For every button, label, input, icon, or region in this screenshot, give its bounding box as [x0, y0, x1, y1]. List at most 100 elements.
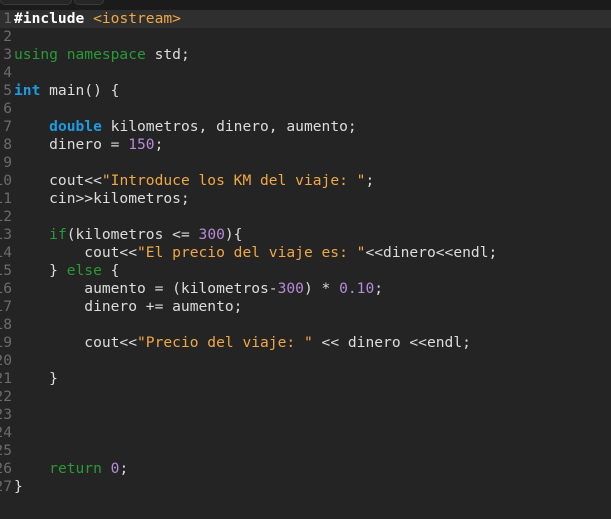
code-token: if	[49, 226, 67, 243]
code-token: using namespace	[14, 46, 146, 63]
line-number: 2	[3, 28, 12, 45]
code-line[interactable]: 26 return 0;	[0, 460, 611, 478]
code-text: dinero += aumento;	[14, 298, 242, 316]
code-token: {	[101, 262, 120, 279]
line-number: 10	[0, 172, 12, 189]
code-line[interactable]: 3 using namespace std;	[0, 46, 611, 64]
code-token: }	[14, 370, 58, 387]
code-line[interactable]: 23	[0, 406, 611, 424]
line-number: 20	[0, 352, 12, 369]
line-number: 24	[0, 424, 12, 441]
code-token: 300	[277, 280, 304, 297]
code-token: aumento = (kilometros-	[14, 280, 278, 297]
code-line[interactable]: 2	[0, 28, 611, 46]
code-line[interactable]: 9	[0, 154, 611, 172]
code-token: ;	[365, 172, 375, 189]
code-line[interactable]: 10 cout<<"Introduce los KM del viaje: ";	[0, 172, 611, 190]
code-text: dinero = 150;	[14, 136, 163, 154]
line-number: 13	[0, 226, 12, 243]
line-number: 15	[0, 262, 12, 279]
code-text: int main() {	[14, 82, 119, 100]
line-number: 6	[3, 100, 12, 117]
line-number: 21	[0, 370, 12, 387]
code-line[interactable]: 25	[0, 442, 611, 460]
line-number: 19	[0, 334, 12, 351]
code-line[interactable]: 5 int main() {	[0, 82, 611, 100]
code-token: cin>>kilometros;	[14, 190, 190, 207]
editor-tab[interactable]	[0, 0, 72, 5]
code-line[interactable]: 13 if(kilometros <= 300){	[0, 226, 611, 244]
line-number: 1	[3, 10, 12, 27]
code-text: cout<<"Precio del viaje: " << dinero <<e…	[14, 334, 471, 352]
code-token: 300	[198, 226, 225, 243]
code-token: std;	[145, 46, 190, 63]
code-text: cin>>kilometros;	[14, 190, 190, 208]
code-token: #include	[14, 10, 85, 27]
code-line[interactable]: 27}	[0, 478, 611, 496]
code-line[interactable]: 6	[0, 100, 611, 118]
line-number: 26	[0, 460, 12, 477]
line-number: 5	[3, 82, 12, 99]
code-token: ;	[154, 136, 164, 153]
code-text: } else {	[14, 262, 119, 280]
code-text: double kilometros, dinero, aumento;	[14, 118, 357, 136]
line-number: 9	[3, 154, 12, 171]
code-line[interactable]: 11 cin>>kilometros;	[0, 190, 611, 208]
code-line[interactable]: 20	[0, 352, 611, 370]
code-token: cout<<	[14, 172, 102, 189]
code-text: cout<<"Introduce los KM del viaje: ";	[14, 172, 374, 190]
code-token: "El precio del viaje es: "	[137, 244, 366, 261]
code-token: main() {	[40, 82, 120, 99]
code-line[interactable]: 4	[0, 64, 611, 82]
code-line[interactable]: 14 cout<<"El precio del viaje es: "<<din…	[0, 244, 611, 262]
code-line[interactable]: 7 double kilometros, dinero, aumento;	[0, 118, 611, 136]
code-token: (kilometros <=	[66, 226, 199, 243]
code-token: return	[49, 460, 102, 477]
code-text: }	[14, 370, 58, 388]
code-line[interactable]: 15 } else {	[0, 262, 611, 280]
line-number: 25	[0, 442, 12, 459]
code-line[interactable]: 19 cout<<"Precio del viaje: " << dinero …	[0, 334, 611, 352]
line-number: 7	[3, 118, 12, 135]
code-token: int	[14, 82, 41, 99]
code-line[interactable]: 1 #include <iostream>	[0, 10, 611, 28]
code-token: "Precio del viaje: "	[137, 334, 313, 351]
code-token: 150	[128, 136, 155, 153]
code-token: cout<<	[14, 334, 138, 351]
code-line[interactable]: 24	[0, 424, 611, 442]
code-token: ){	[224, 226, 243, 243]
code-token: <iostream>	[93, 10, 181, 27]
code-token: "Introduce los KM del viaje: "	[101, 172, 366, 189]
code-token: ;	[374, 280, 384, 297]
line-number: 8	[3, 136, 12, 153]
code-text: }	[14, 478, 23, 496]
code-token: double	[49, 118, 102, 135]
code-line[interactable]: 22	[0, 388, 611, 406]
code-token: << dinero <<endl;	[312, 334, 471, 351]
editor-tab[interactable]	[74, 0, 104, 5]
code-token: ) *	[303, 280, 340, 297]
code-token: }	[14, 478, 23, 495]
code-token: 0.10	[339, 280, 375, 297]
line-number: 22	[0, 388, 12, 405]
code-token: }	[14, 262, 67, 279]
code-line[interactable]: 8 dinero = 150;	[0, 136, 611, 154]
code-line[interactable]: 21 }	[0, 370, 611, 388]
code-line[interactable]: 18	[0, 316, 611, 334]
code-editor[interactable]: 1 #include <iostream> 2 3 using namespace st…	[0, 10, 611, 496]
code-line[interactable]: 12	[0, 208, 611, 226]
line-number: 14	[0, 244, 12, 261]
line-number: 27	[0, 478, 12, 495]
code-token: dinero += aumento;	[14, 298, 243, 315]
code-line[interactable]: 17 dinero += aumento;	[0, 298, 611, 316]
code-line[interactable]: 16 aumento = (kilometros-300) * 0.10;	[0, 280, 611, 298]
line-number: 17	[0, 298, 12, 315]
line-number: 12	[0, 208, 12, 225]
line-number: 11	[0, 190, 12, 207]
code-token: ;	[119, 460, 129, 477]
code-text: return 0;	[14, 460, 128, 478]
